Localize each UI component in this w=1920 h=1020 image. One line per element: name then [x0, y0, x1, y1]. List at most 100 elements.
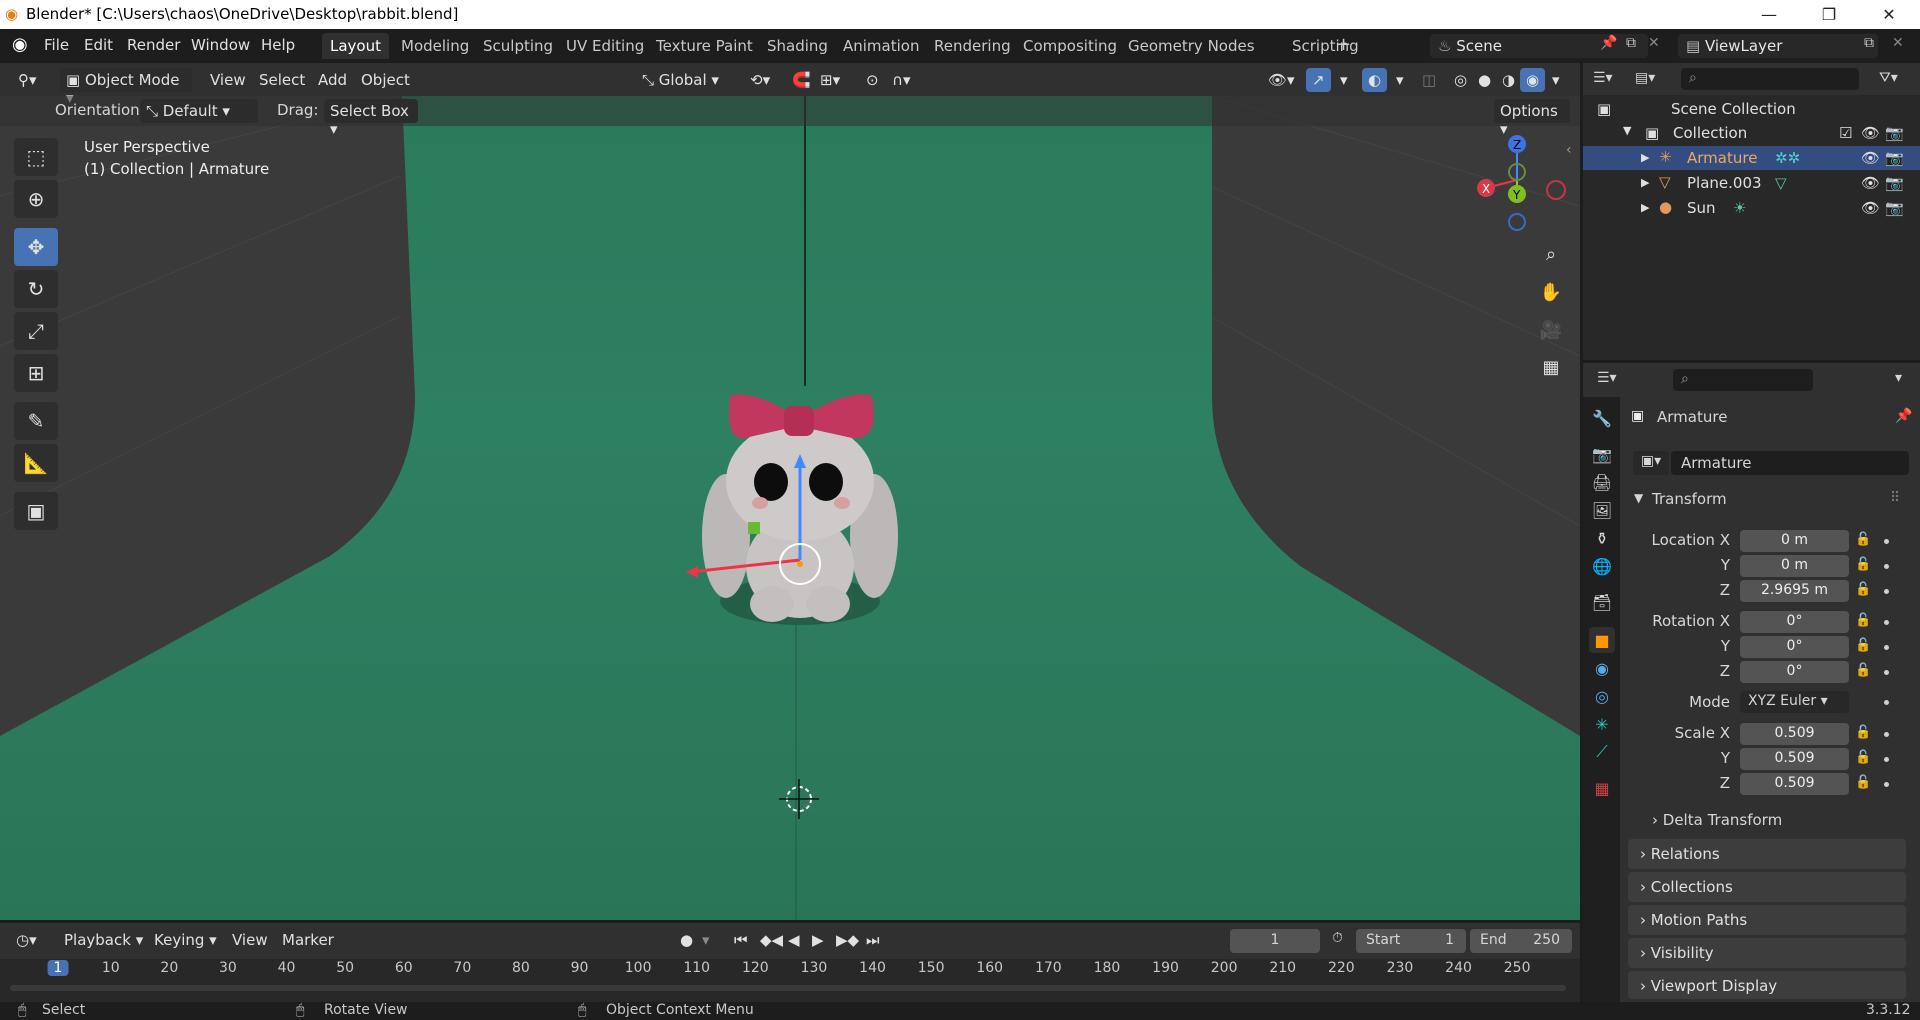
- rotation-x-field[interactable]: 0°: [1740, 611, 1849, 633]
- lock-rotation-z-icon[interactable]: 🔓: [1855, 663, 1871, 678]
- properties-editor-type-icon[interactable]: ☰▾: [1597, 370, 1617, 386]
- menu-select[interactable]: Select: [253, 68, 311, 92]
- transform-orientation-dropdown[interactable]: ⤡ Global ▾: [636, 68, 725, 92]
- cursor-icon[interactable]: ⊕: [14, 180, 58, 218]
- outliner-editor-type-icon[interactable]: ☰▾: [1593, 70, 1613, 86]
- zoom-icon[interactable]: ⌕: [1536, 239, 1566, 269]
- lock-location-x-icon[interactable]: 🔓: [1855, 532, 1871, 547]
- menu-add[interactable]: Add: [312, 68, 353, 92]
- collections-panel[interactable]: › Collections: [1628, 872, 1906, 902]
- menu-object[interactable]: Object: [355, 68, 416, 92]
- keyframe-rotation-mode[interactable]: [1884, 700, 1889, 705]
- scene-tab-icon[interactable]: ⚱: [1589, 525, 1615, 551]
- plane-eye-icon[interactable]: 👁: [1861, 174, 1880, 192]
- armature-camera-icon[interactable]: 📷: [1885, 149, 1904, 167]
- outliner-item-plane[interactable]: ▶ ▽ Plane.003 ▽ 👁 📷: [1583, 171, 1920, 195]
- pan-hand-icon[interactable]: ✋: [1536, 277, 1566, 307]
- keyframe-scale-y[interactable]: [1884, 757, 1889, 762]
- outliner-scene-collection[interactable]: ▣ Scene Collection: [1583, 97, 1920, 121]
- view-layer-tab-icon[interactable]: 🖼: [1589, 497, 1615, 523]
- location-z-field[interactable]: 2.9695 m: [1740, 580, 1849, 602]
- filter-icon[interactable]: ⛛▾: [1879, 70, 1898, 86]
- shading-dropdown-icon[interactable]: ▾: [1546, 68, 1566, 92]
- scale-z-field[interactable]: 0.509: [1740, 773, 1849, 795]
- perspective-grid-icon[interactable]: ▦: [1536, 352, 1566, 382]
- scale-y-field[interactable]: 0.509: [1740, 748, 1849, 770]
- menu-edit[interactable]: Edit: [84, 36, 113, 54]
- menu-window[interactable]: Window: [191, 36, 250, 54]
- properties-options-icon[interactable]: ▾: [1895, 370, 1902, 386]
- maximize-icon[interactable]: ❐: [1800, 0, 1858, 29]
- object-name-field[interactable]: Armature: [1671, 451, 1909, 475]
- tab-rendering[interactable]: Rendering: [926, 33, 1019, 59]
- keyframe-rotation-x[interactable]: [1884, 620, 1889, 625]
- location-x-field[interactable]: 0 m: [1740, 530, 1849, 552]
- tool-tab-icon[interactable]: 🔧: [1589, 405, 1615, 431]
- move-icon[interactable]: ✥: [14, 228, 58, 266]
- tab-uv-editing[interactable]: UV Editing: [558, 33, 652, 59]
- menu-marker[interactable]: Marker: [276, 928, 340, 952]
- outliner-search-input[interactable]: ⌕: [1681, 68, 1859, 90]
- snap-target-icon[interactable]: ⊞▾: [814, 68, 846, 92]
- collection-checkbox-icon[interactable]: ☑: [1839, 124, 1852, 142]
- material-shading-icon[interactable]: ◑: [1496, 68, 1521, 92]
- proportional-edit-icon[interactable]: ⊙: [860, 68, 885, 92]
- keyframe-location-y[interactable]: [1884, 564, 1889, 569]
- lock-scale-y-icon[interactable]: 🔓: [1855, 750, 1871, 765]
- mode-dropdown[interactable]: ▣ Object Mode ▾: [60, 68, 192, 107]
- menu-keying[interactable]: Keying ▾: [148, 928, 223, 952]
- lock-scale-z-icon[interactable]: 🔓: [1855, 775, 1871, 790]
- output-tab-icon[interactable]: 🖨: [1589, 469, 1615, 495]
- overlays-icon[interactable]: ◐: [1362, 68, 1388, 92]
- delete-view-layer-icon[interactable]: ✕: [1892, 35, 1904, 51]
- blender-menu-icon[interactable]: ◉: [12, 34, 28, 55]
- keyframe-location-z[interactable]: [1884, 589, 1889, 594]
- tab-geometry-nodes[interactable]: Geometry Nodes: [1120, 33, 1263, 59]
- location-y-field[interactable]: 0 m: [1740, 555, 1849, 577]
- collection-tab-icon[interactable]: 🗃: [1589, 589, 1615, 615]
- gizmo-dropdown-icon[interactable]: ▾: [1334, 68, 1354, 92]
- keyframe-scale-x[interactable]: [1884, 732, 1889, 737]
- jump-end-icon[interactable]: ⏭: [860, 928, 886, 952]
- object-tab-icon[interactable]: ■: [1589, 627, 1615, 653]
- keyframe-rotation-y[interactable]: [1884, 645, 1889, 650]
- display-mode-icon[interactable]: ▤▾: [1635, 70, 1655, 86]
- lock-location-y-icon[interactable]: 🔓: [1855, 557, 1871, 572]
- menu-playback[interactable]: Playback ▾: [58, 928, 149, 952]
- drag-handle-icon[interactable]: ⠿: [1890, 490, 1900, 506]
- collection-eye-icon[interactable]: 👁: [1861, 124, 1880, 142]
- object-datablock-icon[interactable]: ▣▾: [1633, 451, 1669, 475]
- lock-rotation-x-icon[interactable]: 🔓: [1855, 613, 1871, 628]
- tab-shading[interactable]: Shading: [759, 33, 836, 59]
- new-view-layer-icon[interactable]: ⧉: [1864, 35, 1874, 51]
- expand-sun-icon[interactable]: ▶: [1641, 201, 1649, 214]
- tab-sculpting[interactable]: Sculpting: [475, 33, 561, 59]
- rotation-z-field[interactable]: 0°: [1740, 661, 1849, 683]
- menu-render[interactable]: Render: [127, 36, 180, 54]
- play-reverse-icon[interactable]: ◀: [782, 928, 806, 952]
- sun-camera-icon[interactable]: 📷: [1885, 199, 1904, 217]
- gizmo-icon[interactable]: ↗: [1306, 68, 1331, 92]
- tab-animation[interactable]: Animation: [835, 33, 927, 59]
- transform-panel-header[interactable]: ▼ Transform ⠿: [1628, 485, 1906, 515]
- rendered-shading-icon[interactable]: ◉: [1520, 68, 1546, 92]
- texture-tab-icon[interactable]: ▦: [1589, 775, 1615, 801]
- armature-data-tab-icon[interactable]: ✳: [1589, 711, 1615, 737]
- options-dropdown[interactable]: Options ▾: [1494, 99, 1570, 138]
- current-frame-field[interactable]: 1: [1230, 929, 1320, 953]
- rotation-mode-dropdown[interactable]: XYZ Euler ▾: [1740, 691, 1849, 713]
- auto-key-dropdown-icon[interactable]: ▾: [696, 928, 716, 952]
- current-frame-indicator[interactable]: 1: [47, 960, 69, 976]
- armature-eye-icon[interactable]: 👁: [1861, 149, 1880, 167]
- expand-collection-icon[interactable]: ▼: [1623, 124, 1631, 137]
- delta-transform-subpanel[interactable]: › Delta Transform: [1652, 811, 1782, 829]
- select-box-icon[interactable]: ⬚: [14, 138, 58, 176]
- snap-icon[interactable]: 🧲: [786, 68, 817, 92]
- measure-icon[interactable]: 📐: [14, 444, 58, 482]
- menu-file[interactable]: File: [44, 36, 69, 54]
- sun-eye-icon[interactable]: 👁: [1861, 199, 1880, 217]
- falloff-icon[interactable]: ∩▾: [886, 68, 917, 92]
- lock-location-z-icon[interactable]: 🔓: [1855, 582, 1871, 597]
- pin-icon[interactable]: 📌: [1600, 35, 1617, 51]
- play-icon[interactable]: ▶: [806, 928, 830, 952]
